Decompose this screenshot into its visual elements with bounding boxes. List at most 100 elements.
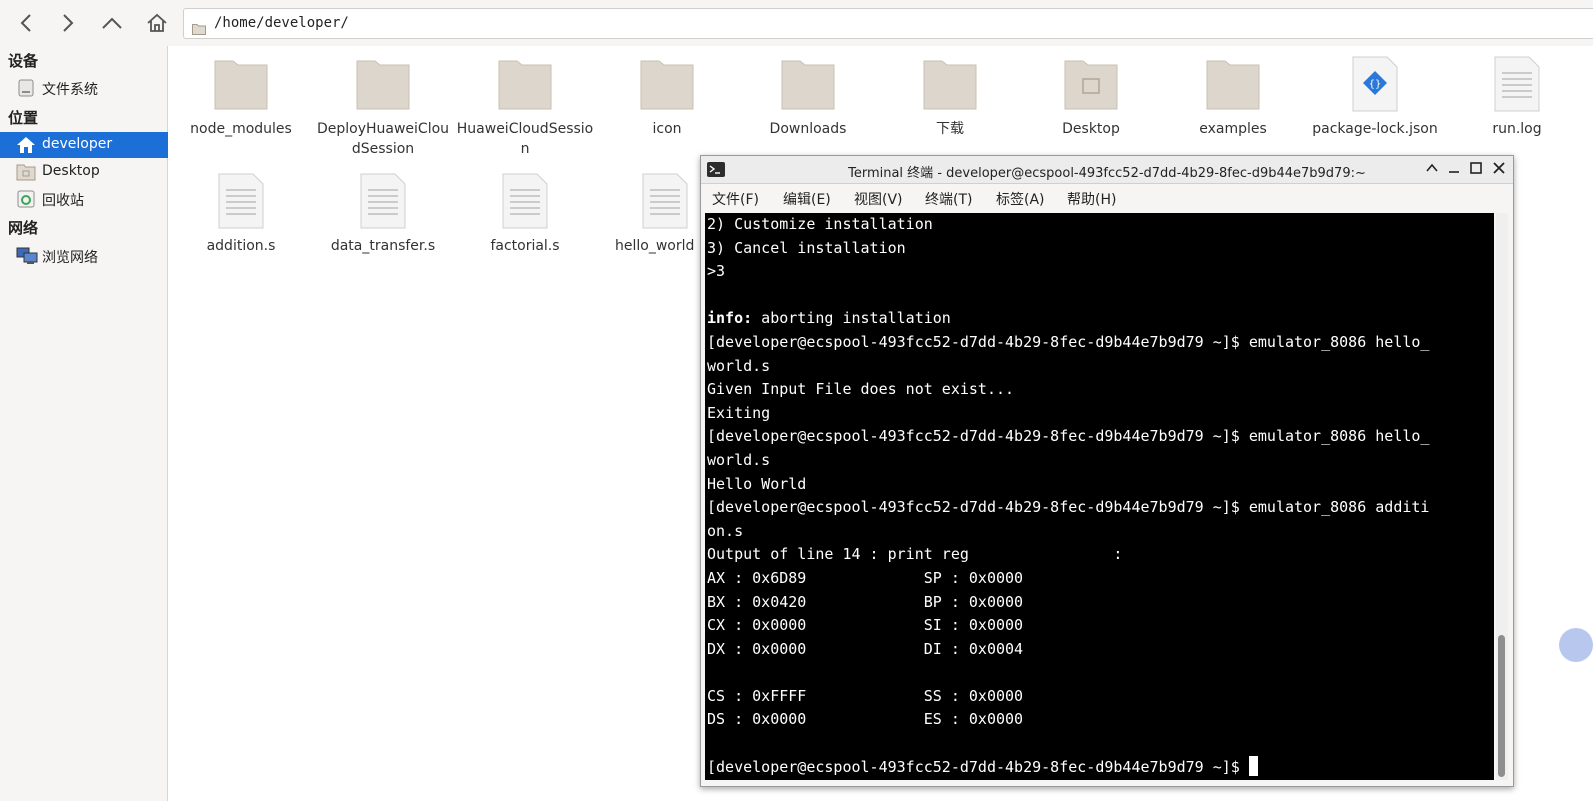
terminal-line: info: aborting installation [707, 309, 951, 328]
folder-icon [1205, 55, 1261, 113]
sidebar: 设备 文件系统 位置 developer Desktop 回收站 网络 浏览网络 [0, 46, 168, 801]
sidebar-item-developer[interactable]: developer [0, 132, 168, 158]
sidebar-item-trash[interactable]: 回收站 [0, 186, 168, 212]
file-item[interactable]: Downloads [738, 55, 878, 139]
sidebar-header-network: 网络 [8, 219, 39, 237]
shade-icon[interactable] [1424, 161, 1440, 177]
terminal-line: Hello World [707, 474, 807, 493]
sidebar-item-label: developer [42, 136, 113, 152]
terminal-line: on.s [707, 521, 744, 540]
terminal-line: Exiting [707, 403, 771, 422]
folder-icon [780, 55, 836, 113]
menu-edit[interactable]: 编辑(E) [783, 189, 831, 209]
file-item[interactable]: examples [1163, 55, 1303, 139]
file-item[interactable]: HuaweiCloudSession [455, 55, 595, 159]
terminal-line: AX : 0x6D89 SP : 0x0000 [707, 568, 1024, 587]
home-icon[interactable] [142, 8, 172, 38]
file-name: hello_world [615, 238, 695, 254]
terminal-line: [developer@ecspool-493fcc52-d7dd-4b29-8f… [707, 498, 1430, 517]
sidebar-header-places: 位置 [8, 109, 39, 127]
file-item[interactable]: icon [597, 55, 737, 139]
file-name: icon [652, 121, 682, 137]
menu-help[interactable]: 帮助(H) [1067, 189, 1116, 209]
file-item[interactable]: run.log [1447, 55, 1587, 139]
menu-terminal[interactable]: 终端(T) [925, 189, 972, 209]
trash-icon [16, 190, 36, 208]
scrollbar-thumb[interactable] [1498, 635, 1505, 777]
svg-text:{}: {} [1369, 79, 1382, 90]
file-item[interactable]: DeployHuaweiCloudSession [313, 55, 453, 159]
file-item[interactable]: factorial.s [455, 172, 595, 256]
folder-icon [192, 17, 206, 35]
terminal-line: CS : 0xFFFF SS : 0x0000 [707, 686, 1024, 705]
file-name: 下载 [936, 121, 964, 137]
minimize-icon[interactable] [1446, 161, 1462, 177]
close-icon[interactable] [1491, 161, 1507, 177]
terminal-line: 3) Cancel installation [707, 238, 906, 257]
terminal-prompt-line: [developer@ecspool-493fcc52-d7dd-4b29-8f… [707, 755, 1494, 780]
file-item[interactable]: data_transfer.s [313, 172, 453, 256]
info-label: info: [707, 309, 753, 328]
file-item[interactable]: addition.s [171, 172, 311, 256]
file-item[interactable]: Desktop [1021, 55, 1161, 139]
terminal-prompt: [developer@ecspool-493fcc52-d7dd-4b29-8f… [707, 757, 1249, 776]
menu-file[interactable]: 文件(F) [712, 189, 759, 209]
desktop-icon [16, 163, 36, 181]
terminal-menubar: 文件(F) 编辑(E) 视图(V) 终端(T) 标签(A) 帮助(H) [701, 185, 1513, 211]
file-name: examples [1199, 121, 1267, 137]
file-item[interactable]: node_modules [171, 55, 311, 139]
terminal-line: DS : 0x0000 ES : 0x0000 [707, 710, 1024, 729]
file-name: HuaweiCloudSession [456, 121, 594, 157]
terminal-scrollbar[interactable] [1496, 213, 1508, 780]
location-bar[interactable]: /home/developer/ [183, 8, 1593, 39]
folder-icon [639, 55, 695, 113]
file-item[interactable]: 下载 [880, 55, 1020, 139]
sidebar-item-desktop[interactable]: Desktop [0, 159, 168, 185]
terminal-line: ​ [707, 732, 1494, 756]
file-name: node_modules [190, 121, 292, 137]
folder-icon [213, 55, 269, 113]
menu-view[interactable]: 视图(V) [854, 189, 903, 209]
sidebar-item-label: Desktop [42, 163, 100, 179]
terminal-line: world.s [707, 356, 771, 375]
terminal-line: Output of line 14 : print reg : [707, 545, 1123, 564]
floating-assistant-button[interactable] [1559, 628, 1593, 662]
terminal-line: [developer@ecspool-493fcc52-d7dd-4b29-8f… [707, 427, 1430, 446]
sidebar-item-filesystem[interactable]: 文件系统 [0, 75, 168, 101]
sidebar-item-browse-network[interactable]: 浏览网络 [0, 243, 168, 269]
terminal-title: Terminal 终端 - developer@ecspool-493fcc52… [848, 166, 1366, 181]
file-item[interactable]: hello_world [597, 172, 697, 256]
terminal-line: ​ [707, 661, 1494, 685]
terminal-line: ​ [707, 284, 1494, 308]
terminal-line: BX : 0x0420 BP : 0x0000 [707, 592, 1024, 611]
terminal-line: 2) Customize installation [707, 215, 933, 233]
menu-tabs[interactable]: 标签(A) [996, 189, 1045, 209]
forward-icon[interactable] [53, 8, 83, 38]
maximize-icon[interactable] [1468, 161, 1484, 177]
terminal-window[interactable]: Terminal 终端 - developer@ecspool-493fcc52… [700, 155, 1514, 787]
text-file-icon [637, 172, 693, 230]
file-name: run.log [1492, 121, 1542, 137]
sidebar-item-label: 回收站 [42, 193, 84, 209]
up-icon[interactable] [97, 8, 127, 38]
sidebar-item-label: 文件系统 [42, 82, 98, 98]
terminal-line: world.s [707, 450, 771, 469]
file-name: package-lock.json [1312, 121, 1438, 137]
file-name: DeployHuaweiCloudSession [316, 121, 450, 157]
desktop-folder-icon [1063, 55, 1119, 113]
terminal-output[interactable]: 2) Customize installation 3) Cancel insta… [705, 213, 1494, 780]
back-icon[interactable] [11, 8, 41, 38]
terminal-line: [developer@ecspool-493fcc52-d7dd-4b29-8f… [707, 332, 1430, 351]
text-file-icon [213, 172, 269, 230]
file-name: data_transfer.s [330, 238, 436, 254]
file-name: addition.s [206, 238, 276, 254]
terminal-line: >3 [707, 262, 726, 281]
terminal-titlebar[interactable]: Terminal 终端 - developer@ecspool-493fcc52… [701, 156, 1513, 184]
text-cursor [1248, 755, 1258, 776]
terminal-line: DX : 0x0000 DI : 0x0004 [707, 639, 1024, 658]
file-item[interactable]: {} package-lock.json [1305, 55, 1445, 139]
home-icon [16, 136, 36, 154]
folder-icon [922, 55, 978, 113]
json-file-icon: {} [1347, 55, 1403, 113]
text-file-icon [497, 172, 553, 230]
